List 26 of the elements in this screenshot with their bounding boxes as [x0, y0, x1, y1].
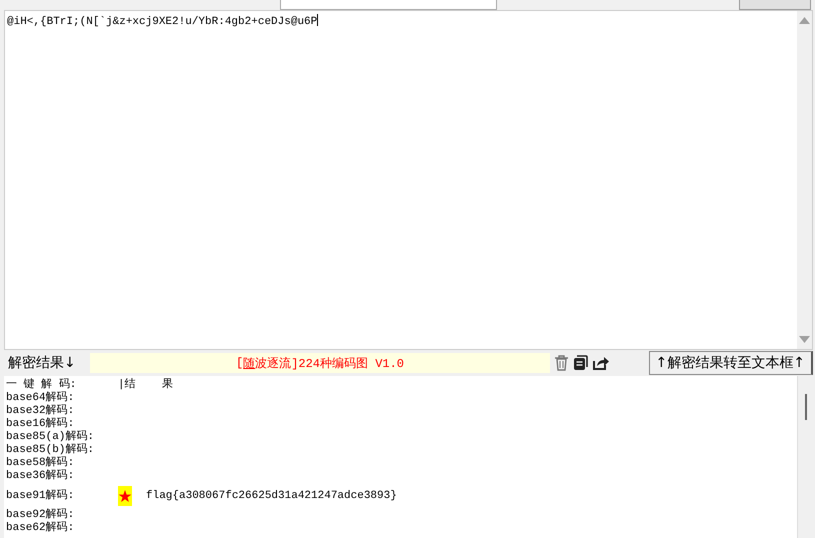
decoder-label: base16解码:: [6, 418, 76, 430]
share-icon[interactable]: [592, 355, 610, 372]
trash-icon[interactable]: [554, 355, 569, 372]
decoder-label: base85(b)解码:: [6, 444, 96, 456]
scrollbar[interactable]: [797, 376, 815, 538]
header-text: 一 键 解 码:: [6, 379, 78, 391]
scrollbar-thumb[interactable]: [805, 394, 807, 420]
decoder-label: base36解码:: [6, 470, 76, 483]
decoder-label: base92解码:: [6, 509, 76, 521]
copy-icon[interactable]: [573, 355, 588, 372]
transfer-to-textbox-button[interactable]: ↑解密结果转至文本框↑: [648, 351, 813, 376]
decoder-label: base64解码:: [6, 392, 76, 404]
decoder-label: base58解码:: [6, 457, 76, 469]
result-label: 解密结果↓: [8, 354, 77, 372]
scroll-up-icon[interactable]: [799, 17, 810, 24]
decode-button[interactable]: [739, 0, 811, 10]
scrollbar[interactable]: [797, 11, 812, 350]
decoder-label: base62解码:: [6, 522, 76, 535]
scroll-down-icon[interactable]: [799, 336, 810, 344]
header-text: |结 果: [118, 379, 174, 392]
decoder-label: base91解码:: [6, 490, 76, 502]
decoder-label: base85(a)解码:: [6, 431, 96, 443]
decoder-label: base32解码:: [6, 405, 76, 417]
title-banner: [随波逐流]224种编码图 V1.0: [90, 353, 550, 374]
decoded-result: flag{a308067fc26625d31a421247adce3893}: [146, 490, 397, 502]
text-field[interactable]: [280, 0, 497, 10]
